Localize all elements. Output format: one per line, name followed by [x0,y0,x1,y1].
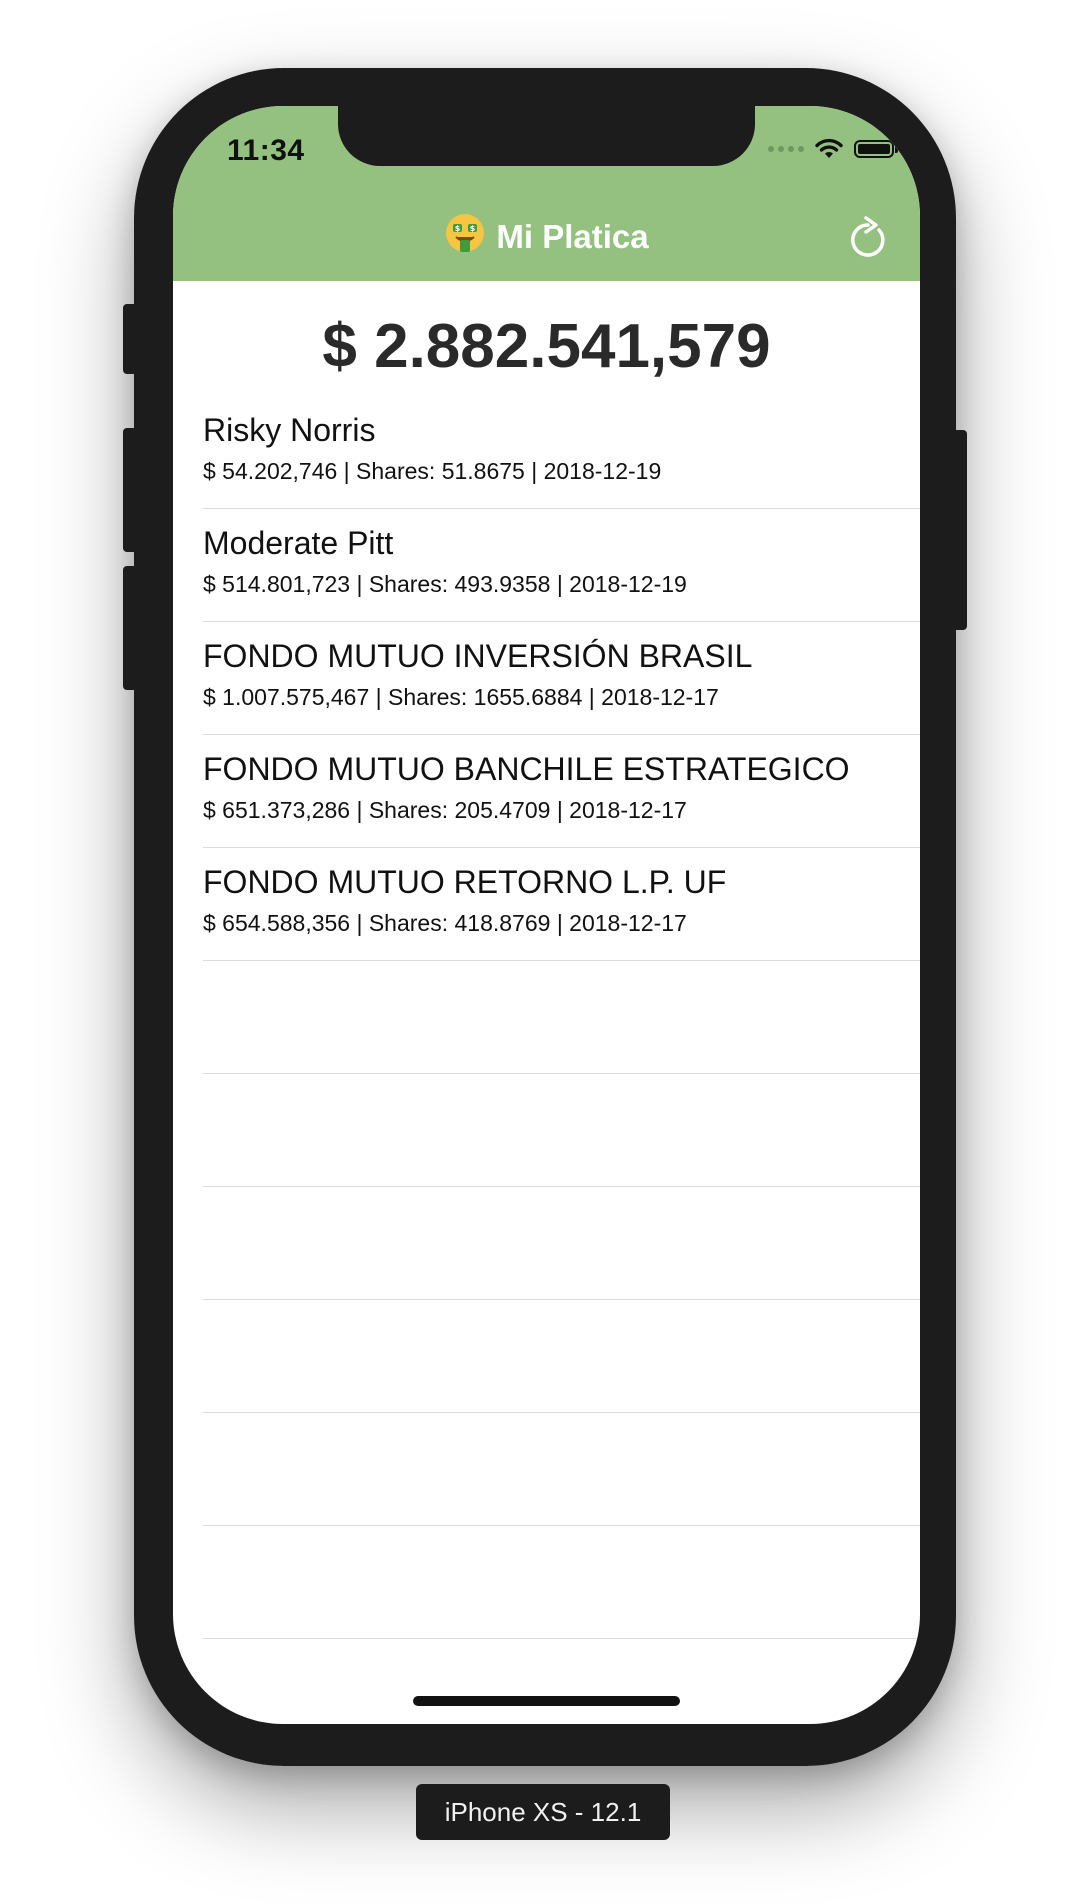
empty-row [173,1187,920,1300]
status-time: 11:34 [227,134,305,167]
nav-header: 11:34 $ $ Mi Platica [173,106,920,281]
list-item[interactable]: FONDO MUTUO BANCHILE ESTRATEGICO $ 651.3… [173,735,920,848]
row-divider [203,1638,920,1639]
fund-detail: $ 54.202,746 | Shares: 51.8675 | 2018-12… [203,458,662,484]
fund-name: Moderate Pitt [203,525,394,561]
fund-name: FONDO MUTUO RETORNO L.P. UF [203,864,727,900]
wifi-icon [815,138,843,158]
app-title: Mi Platica [496,218,649,255]
status-icons [768,136,898,162]
home-indicator[interactable] [413,1696,680,1706]
fund-detail: $ 654.588,356 | Shares: 418.8769 | 2018-… [203,910,687,936]
total-balance: $ 2.882.541,579 [322,312,771,381]
fund-name: Risky Norris [203,412,376,448]
list-item[interactable]: FONDO MUTUO RETORNO L.P. UF $ 654.588,35… [173,848,920,961]
money-face-emoji: $ $ [444,212,486,262]
refresh-icon[interactable] [846,216,890,262]
svg-text:$: $ [455,224,461,233]
device-label: iPhone XS - 12.1 [416,1784,670,1840]
fund-detail: $ 1.007.575,467 | Shares: 1655.6884 | 20… [203,684,719,710]
empty-row [173,961,920,1074]
app-screen: 11:34 $ $ Mi Platica $ 2.882.541,579 Ris… [173,106,920,1724]
list-item[interactable]: Moderate Pitt $ 514.801,723 | Shares: 49… [173,509,920,622]
list-item[interactable]: Risky Norris $ 54.202,746 | Shares: 51.8… [173,396,920,509]
empty-row [173,1526,920,1639]
fund-detail: $ 651.373,286 | Shares: 205.4709 | 2018-… [203,797,687,823]
nav-title: $ $ Mi Platica [173,212,920,262]
fund-name: FONDO MUTUO INVERSIÓN BRASIL [203,638,753,674]
list-item[interactable]: FONDO MUTUO INVERSIÓN BRASIL $ 1.007.575… [173,622,920,735]
empty-row [173,1074,920,1187]
battery-icon [854,140,898,158]
funds-list: Risky Norris $ 54.202,746 | Shares: 51.8… [173,396,920,1639]
signal-icon [768,146,804,152]
empty-row [173,1300,920,1413]
fund-detail: $ 514.801,723 | Shares: 493.9358 | 2018-… [203,571,687,597]
svg-text:$: $ [470,224,476,233]
empty-row [173,1413,920,1526]
fund-name: FONDO MUTUO BANCHILE ESTRATEGICO [203,751,850,787]
notch [338,106,755,166]
